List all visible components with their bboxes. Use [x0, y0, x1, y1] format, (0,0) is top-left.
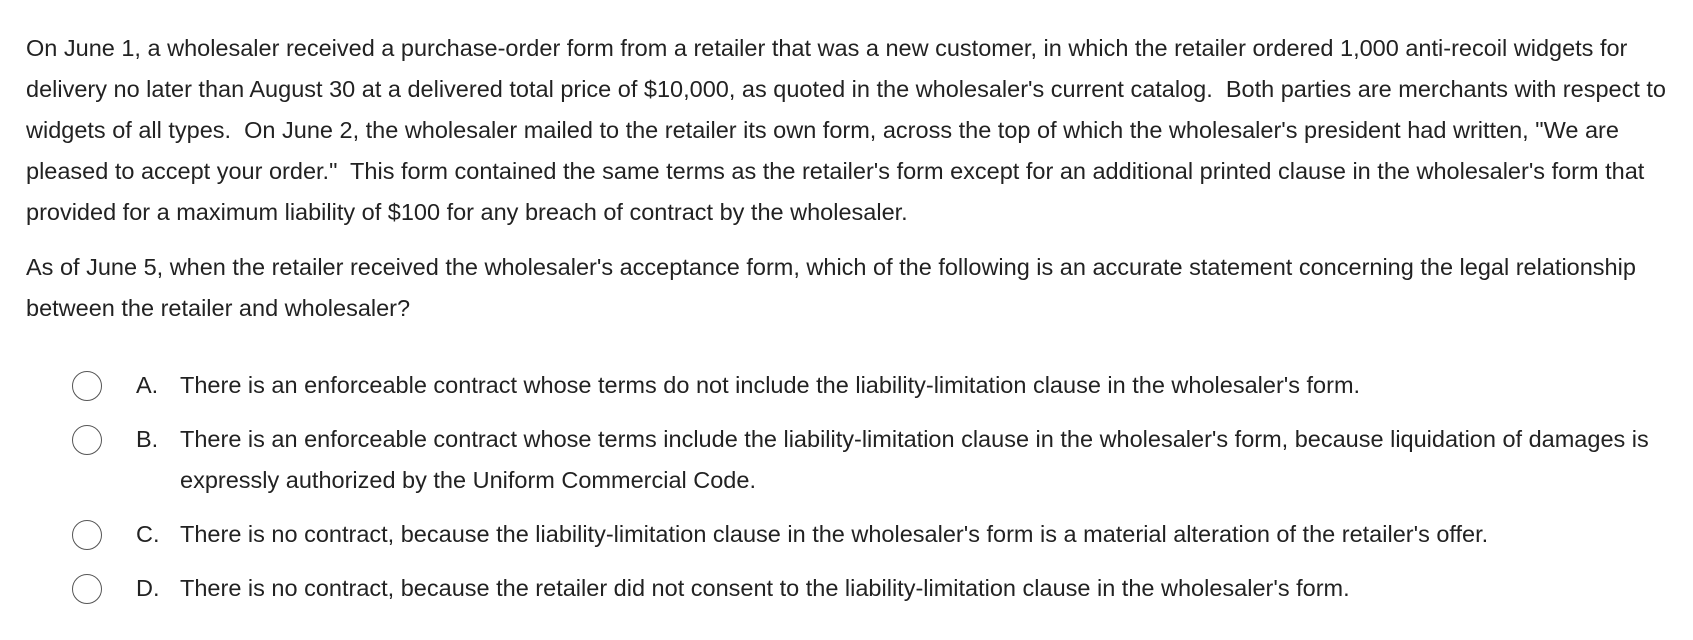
question-paragraph-facts: On June 1, a wholesaler received a purch…: [26, 35, 1673, 225]
option-d-text[interactable]: There is no contract, because the retail…: [180, 568, 1687, 609]
option-c-letter: C.: [136, 521, 160, 547]
radio-option-c[interactable]: [72, 520, 102, 550]
option-d-letter: D.: [136, 575, 160, 601]
answer-options: A. There is an enforceable contract whos…: [72, 365, 1687, 609]
option-d[interactable]: D. There is no contract, because the ret…: [72, 568, 1687, 609]
option-b-text[interactable]: There is an enforceable contract whose t…: [180, 419, 1687, 501]
option-c-text[interactable]: There is no contract, because the liabil…: [180, 514, 1687, 555]
question-text: On June 1, a wholesaler received a purch…: [26, 28, 1686, 329]
option-a-text[interactable]: There is an enforceable contract whose t…: [180, 365, 1687, 406]
option-a[interactable]: A. There is an enforceable contract whos…: [72, 365, 1687, 406]
question-stem: On June 1, a wholesaler received a purch…: [26, 28, 1686, 329]
question-paragraph-prompt: As of June 5, when the retailer received…: [26, 254, 1643, 321]
option-c[interactable]: C. There is no contract, because the lia…: [72, 514, 1687, 555]
option-b-letter: B.: [136, 426, 159, 452]
option-a-letter: A.: [136, 372, 159, 398]
option-b[interactable]: B. There is an enforceable contract whos…: [72, 419, 1687, 501]
radio-option-b[interactable]: [72, 425, 102, 455]
radio-option-d[interactable]: [72, 574, 102, 604]
radio-option-a[interactable]: [72, 371, 102, 401]
